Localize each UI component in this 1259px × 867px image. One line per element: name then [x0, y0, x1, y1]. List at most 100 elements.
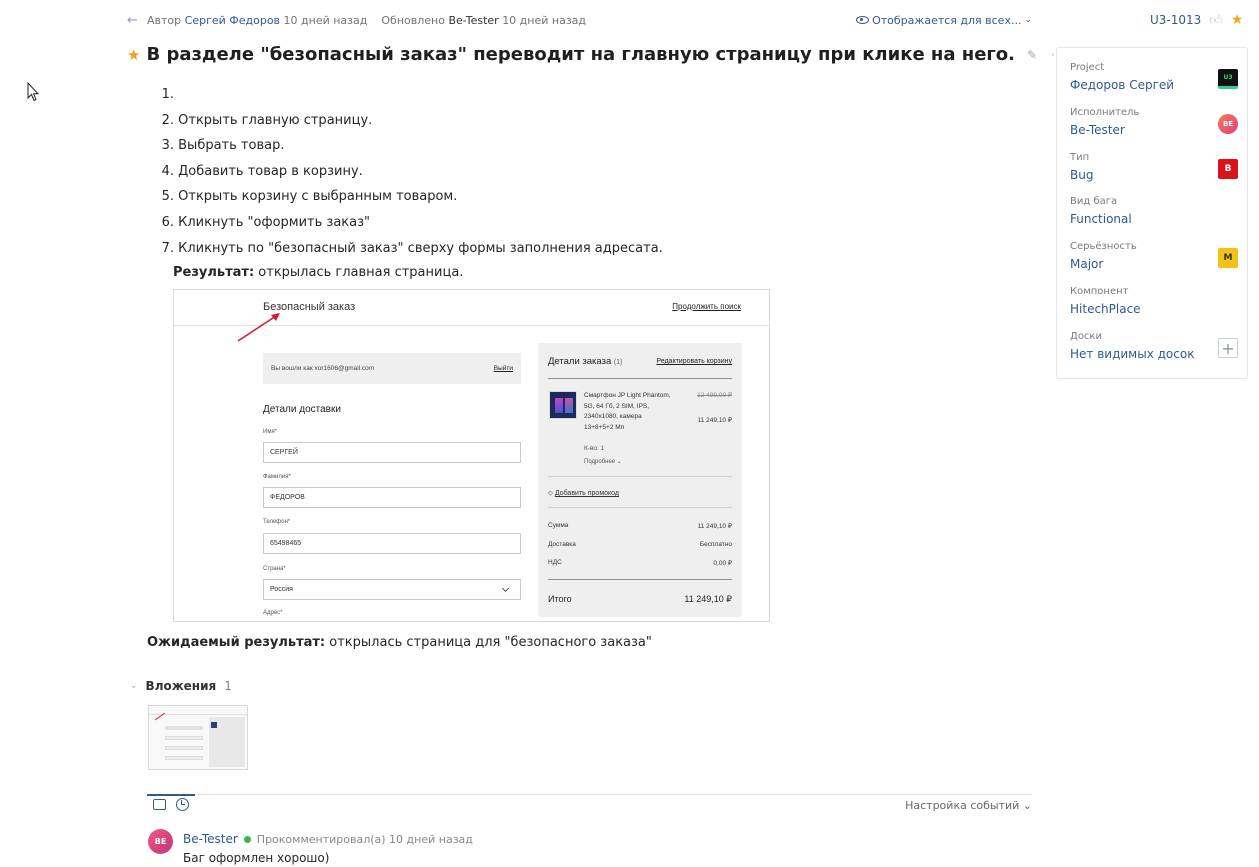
- shot-field-label: Адрес*: [263, 610, 283, 616]
- shot-price-old: 12 499,00 ₽: [697, 392, 732, 399]
- author-prefix: Автор: [147, 13, 182, 27]
- shot-field-label: Имя*: [263, 429, 278, 435]
- field-boards: Доски Нет видимых досок +: [1070, 331, 1238, 367]
- activity-tabs: Настройка событий ⌄: [147, 794, 1032, 816]
- divider: [548, 476, 732, 477]
- attachment-thumbnail[interactable]: [148, 705, 248, 770]
- project-value[interactable]: Федоров Сергей: [1070, 78, 1174, 92]
- attachments-label: Вложения: [145, 679, 217, 693]
- created-time: 10 дней назад: [283, 13, 368, 27]
- issue-fields-panel: Project Федоров Сергей U3 Исполнитель Be…: [1056, 47, 1248, 379]
- shot-field-value: Россия: [263, 579, 521, 600]
- shot-more-link: Подробнее ⌄: [584, 459, 622, 465]
- shot-order-panel: Детали заказа (1) Редактировать корзину …: [538, 343, 742, 617]
- shot-login-box: Вы вошли как xor1606@gmail.com Выйти: [263, 353, 521, 384]
- expected-text: открылась страница для "безопасного зака…: [325, 635, 652, 650]
- issue-key[interactable]: U3-1013: [1150, 13, 1201, 27]
- boards-value[interactable]: Нет видимых досок: [1070, 347, 1194, 361]
- red-arrow-annotation: [237, 313, 280, 342]
- issue-key-bar: U3-1013 👍︎ ★: [1150, 12, 1243, 28]
- chevron-down-icon: ⌄: [130, 681, 138, 691]
- attachments-toggle[interactable]: ⌄ Вложения 1: [130, 679, 232, 693]
- favorite-star-icon[interactable]: ★: [1231, 12, 1244, 28]
- list-item: 5. Открыть корзину с выбранным товаром.: [161, 189, 458, 205]
- shot-product-image: [549, 391, 577, 419]
- list-item: 1.: [161, 87, 174, 102]
- visibility-label: Отображается для всех...: [872, 13, 1022, 27]
- result-text: открылась главная страница.: [254, 265, 464, 280]
- comments-tab-icon[interactable]: [153, 799, 166, 810]
- shot-logout-link: Выйти: [493, 365, 513, 372]
- type-value[interactable]: Bug: [1070, 168, 1093, 182]
- field-bug-kind: Вид бага Functional: [1070, 196, 1132, 226]
- avatar[interactable]: BE: [148, 829, 173, 854]
- shot-total-row: Итого 11 249,10 ₽: [548, 594, 732, 604]
- add-icon[interactable]: +: [1218, 338, 1238, 358]
- eye-icon: [856, 16, 870, 24]
- list-item: 3. Выбрать товар.: [161, 138, 285, 154]
- bug-type-icon: B: [1218, 159, 1238, 179]
- expected-result: Ожидаемый результат: открылась страница …: [147, 635, 652, 650]
- severity-icon: M: [1218, 248, 1238, 268]
- shot-order-title: Детали заказа (1): [548, 356, 623, 367]
- shot-field-label: Телефон*: [263, 519, 291, 525]
- shot-summary-row: Доставка Бесплатно: [548, 541, 732, 548]
- event-settings-dropdown[interactable]: Настройка событий ⌄: [905, 799, 1032, 812]
- shot-summary-row: НДС 0,00 ₽: [548, 559, 732, 567]
- issue-title-row: ★ В разделе "безопасный заказ" переводит…: [127, 44, 1111, 65]
- embedded-screenshot[interactable]: Безопасный заказ Продолжить поиск Вы вош…: [173, 289, 770, 622]
- actual-result: Результат: открылась главная страница.: [173, 265, 463, 280]
- field-assignee: Исполнитель Be-Tester BE: [1070, 107, 1238, 143]
- component-value[interactable]: HitechPlace: [1070, 302, 1141, 316]
- bug-kind-value[interactable]: Functional: [1070, 212, 1132, 226]
- avatar: BE: [1218, 114, 1238, 134]
- expected-label: Ожидаемый результат:: [147, 635, 326, 650]
- history-tab-icon[interactable]: [176, 798, 189, 811]
- comment-header: Be-Tester Прокомментировал(а) 10 дней на…: [183, 832, 473, 846]
- thumbs-up-icon[interactable]: 👍︎: [1209, 13, 1223, 28]
- steps-list: 1. 2. Открыть главную страницу. 3. Выбра…: [158, 86, 663, 265]
- shot-field-value: СЕРГЕЙ: [263, 442, 521, 463]
- result-label: Результат:: [173, 265, 255, 280]
- list-item: 6. Кликнуть "оформить заказ": [161, 214, 371, 230]
- assignee-value[interactable]: Be-Tester: [1070, 123, 1125, 137]
- active-tab-indicator: [147, 794, 195, 796]
- shot-price-new: 11 249,10 ₽: [697, 417, 732, 424]
- chevron-down-icon: ⌄: [1024, 15, 1032, 25]
- shot-edit-cart-link: Редактировать корзину: [656, 358, 732, 365]
- list-item: 4. Добавить товар в корзину.: [161, 163, 363, 179]
- shot-continue-link: Продолжить поиск: [672, 302, 741, 311]
- back-arrow-icon[interactable]: ←: [127, 13, 143, 28]
- visibility-dropdown[interactable]: Отображается для всех... ⌄: [856, 14, 1032, 27]
- list-item: 2. Открыть главную страницу.: [161, 112, 373, 128]
- updated-time: 10 дней назад: [502, 13, 587, 27]
- comment-action: Прокомментировал(а) 10 дней назад: [256, 832, 473, 846]
- shot-field-value: 65498465: [263, 533, 521, 554]
- updater-link[interactable]: Be-Tester: [448, 14, 498, 27]
- shot-field-label: Страна*: [263, 566, 286, 572]
- list-item: 7. Кликнуть по "безопасный заказ" сверху…: [161, 240, 663, 256]
- edit-pencil-icon[interactable]: ✎: [1027, 48, 1037, 62]
- shot-product-name: Смартфон JP Light Phantom, 5G, 64 Гб, 2 …: [584, 392, 671, 431]
- issue-title: В разделе "безопасный заказ" переводит н…: [146, 44, 1016, 65]
- shot-quantity: К-во: 1: [584, 445, 605, 452]
- star-icon[interactable]: ★: [127, 46, 140, 64]
- attachments-count: 1: [224, 679, 232, 693]
- shot-summary-row: Сумма 11 249,10 ₽: [548, 522, 732, 530]
- divider: [548, 507, 732, 508]
- field-component: Компонент HitechPlace: [1070, 286, 1141, 316]
- shot-field-value: ФЕДОРОВ: [263, 487, 521, 508]
- comment-text: Баг оформлен хорошо): [183, 851, 330, 865]
- divider: [548, 579, 732, 580]
- mouse-cursor-icon: [27, 82, 39, 102]
- updated-prefix: Обновлено: [381, 13, 445, 27]
- shot-promo-link: ⬦ Добавить промокод: [548, 490, 619, 497]
- field-type: Тип Bug B: [1070, 152, 1238, 188]
- field-project: Project Федоров Сергей U3: [1070, 62, 1238, 98]
- issue-meta-bar: ← Автор Сергей Федоров 10 дней назад Обн…: [127, 12, 1032, 28]
- comment-author[interactable]: Be-Tester: [183, 832, 238, 846]
- author-link[interactable]: Сергей Федоров: [185, 14, 280, 27]
- project-logo-icon: U3: [1218, 69, 1238, 89]
- severity-value[interactable]: Major: [1070, 257, 1103, 271]
- field-severity: Серьёзность Major M: [1070, 241, 1238, 277]
